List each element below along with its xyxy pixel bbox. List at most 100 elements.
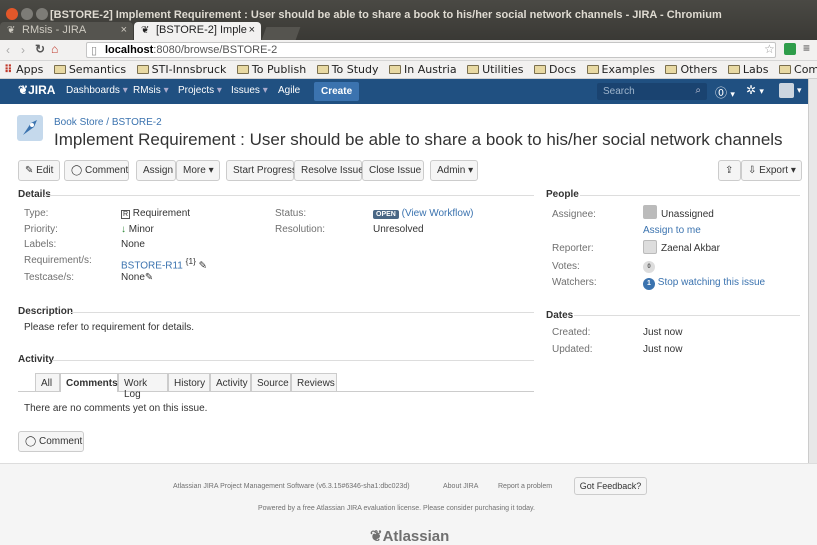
footer-version[interactable]: Atlassian JIRA Project Management Softwa… — [173, 483, 410, 490]
jira-logo[interactable]: ❦JIRA — [18, 83, 55, 97]
minimize-window-button[interactable] — [21, 8, 33, 20]
assign-button[interactable]: Assign — [136, 160, 176, 181]
watchers-label: Watchers: — [552, 277, 597, 288]
divider — [70, 312, 534, 313]
new-tab-button[interactable] — [261, 27, 301, 40]
pencil-icon[interactable]: ✎ — [199, 260, 207, 271]
testcases-value: None✎ — [121, 272, 153, 283]
pencil-icon[interactable]: ✎ — [145, 272, 153, 283]
watchers-count-badge[interactable]: 1 — [643, 278, 655, 290]
bookmark-label: To Study — [331, 63, 379, 76]
requirements-label: Requirement/s: — [24, 255, 92, 266]
maximize-window-button[interactable] — [36, 8, 48, 20]
dates-heading[interactable]: Dates — [546, 310, 573, 321]
project-avatar-icon[interactable] — [17, 115, 43, 141]
help-icon[interactable]: ⓪ ▾ — [715, 84, 735, 101]
nav-rmsis[interactable]: RMsis ▾ — [133, 85, 169, 96]
nav-label: Issues — [231, 85, 260, 96]
bookmark-folder[interactable]: To Publish — [236, 63, 306, 76]
url-input[interactable]: ▯ localhost:8080/browse/BSTORE-2 — [86, 42, 776, 58]
bookmark-folder[interactable]: In Austria — [389, 63, 457, 76]
bookmark-folder[interactable]: STI-Innsbruck — [136, 63, 226, 76]
nav-label: RMsis — [133, 85, 161, 96]
tab-work-log[interactable]: Work Log — [118, 373, 168, 400]
tab-history[interactable]: History — [168, 373, 210, 391]
people-heading[interactable]: People — [546, 189, 579, 200]
menu-icon[interactable]: ≡ — [803, 41, 810, 55]
reporter-value[interactable]: Zaenal Akbar — [661, 243, 720, 254]
bookmark-folder[interactable]: Semantics — [53, 63, 127, 76]
close-issue-button[interactable]: Close Issue — [362, 160, 424, 181]
atlassian-icon: ❦ — [370, 528, 383, 545]
user-avatar[interactable] — [779, 83, 794, 98]
tab-source[interactable]: Source — [251, 373, 291, 391]
close-tab-icon[interactable]: × — [121, 24, 127, 36]
labels-label: Labels: — [24, 239, 57, 250]
resolve-issue-button[interactable]: Resolve Issue — [294, 160, 364, 181]
add-comment-button[interactable]: ◯ Comment — [18, 431, 84, 452]
report-problem-link[interactable]: Report a problem — [498, 483, 552, 490]
button-label: Export — [759, 165, 789, 176]
tab-reviews[interactable]: Reviews — [291, 373, 337, 391]
atlassian-logo[interactable]: ❦Atlassian — [370, 527, 449, 545]
got-feedback-button[interactable]: Got Feedback? — [574, 477, 647, 495]
breadcrumb-project-link[interactable]: Book Store — [54, 117, 103, 128]
bookmark-folder[interactable]: Docs — [534, 63, 576, 76]
bookmark-folder[interactable]: Computing — [779, 63, 817, 76]
export-button[interactable]: ⇩ Export ▾ — [741, 160, 802, 181]
divider — [574, 315, 800, 316]
license-text: Powered by a free Atlassian JIRA evaluat… — [258, 505, 535, 512]
close-window-button[interactable] — [6, 8, 18, 20]
share-icon[interactable]: ⇪ — [718, 160, 741, 181]
close-tab-icon[interactable]: × — [249, 24, 255, 36]
view-workflow-link[interactable]: (View Workflow) — [402, 208, 474, 219]
settings-gear-icon[interactable]: ✲ ▾ — [746, 83, 764, 97]
create-issue-button[interactable]: Create — [314, 82, 360, 101]
description-heading[interactable]: Description — [18, 306, 73, 317]
start-progress-button[interactable]: Start Progress — [226, 160, 297, 181]
chevron-down-icon: ▾ — [122, 85, 128, 96]
requirement-link[interactable]: BSTORE-R11 — [121, 260, 183, 271]
assign-to-me-link[interactable]: Assign to me — [643, 225, 701, 236]
bookmark-label: Labs — [742, 63, 769, 76]
extension-icon[interactable] — [784, 43, 796, 55]
bookmark-apps[interactable]: ⠿ Apps — [4, 63, 43, 76]
tab-comments[interactable]: Comments — [60, 373, 118, 392]
nav-issues[interactable]: Issues ▾ — [231, 85, 268, 96]
assignee-value[interactable]: Unassigned — [661, 209, 714, 220]
bookmark-folder[interactable]: Others — [665, 63, 717, 76]
breadcrumb-issue-link[interactable]: BSTORE-2 — [112, 117, 162, 128]
requirement-count: {1} — [185, 256, 196, 266]
bookmark-folder[interactable]: To Study — [316, 63, 379, 76]
nav-projects[interactable]: Projects ▾ — [178, 85, 222, 96]
nav-agile[interactable]: Agile — [278, 85, 300, 96]
forward-icon[interactable]: › — [21, 43, 25, 57]
labels-value[interactable]: None — [121, 239, 145, 250]
about-jira-link[interactable]: About JIRA — [443, 483, 478, 490]
nav-dashboards[interactable]: Dashboards ▾ — [66, 85, 128, 96]
issue-summary[interactable]: Implement Requirement : User should be a… — [54, 130, 783, 150]
bookmark-folder[interactable]: Examples — [586, 63, 655, 76]
more-button[interactable]: More ▾ — [176, 160, 220, 181]
description-text[interactable]: Please refer to requirement for details. — [24, 322, 194, 333]
tab-bstore-2[interactable]: ❦ [BSTORE-2] Imple × — [134, 22, 261, 40]
bookmark-label: Semantics — [68, 63, 127, 76]
stop-watching-link[interactable]: Stop watching this issue — [658, 277, 765, 288]
reload-icon[interactable]: ↻ — [35, 42, 45, 56]
tab-rmsis[interactable]: ❦ RMsis - JIRA × — [0, 22, 133, 40]
back-icon[interactable]: ‹ — [6, 43, 10, 57]
home-icon[interactable]: ⌂ — [51, 42, 58, 56]
quick-search-input[interactable]: Search ⌕ — [597, 83, 707, 100]
activity-heading[interactable]: Activity — [18, 354, 54, 365]
bookmark-folder[interactable]: Utilities — [467, 63, 524, 76]
edit-button[interactable]: ✎ Edit — [18, 160, 60, 181]
priority-value: ↓ Minor — [121, 224, 154, 235]
votes-count-badge[interactable]: 0 — [643, 261, 655, 273]
comment-button[interactable]: ◯ Comment — [64, 160, 129, 181]
chevron-down-icon[interactable]: ▾ — [797, 85, 802, 96]
bookmark-folder[interactable]: Labs — [727, 63, 769, 76]
admin-button[interactable]: Admin ▾ — [430, 160, 478, 181]
tab-all[interactable]: All — [35, 373, 60, 391]
tab-activity[interactable]: Activity — [210, 373, 251, 391]
star-icon[interactable]: ☆ — [764, 42, 775, 56]
